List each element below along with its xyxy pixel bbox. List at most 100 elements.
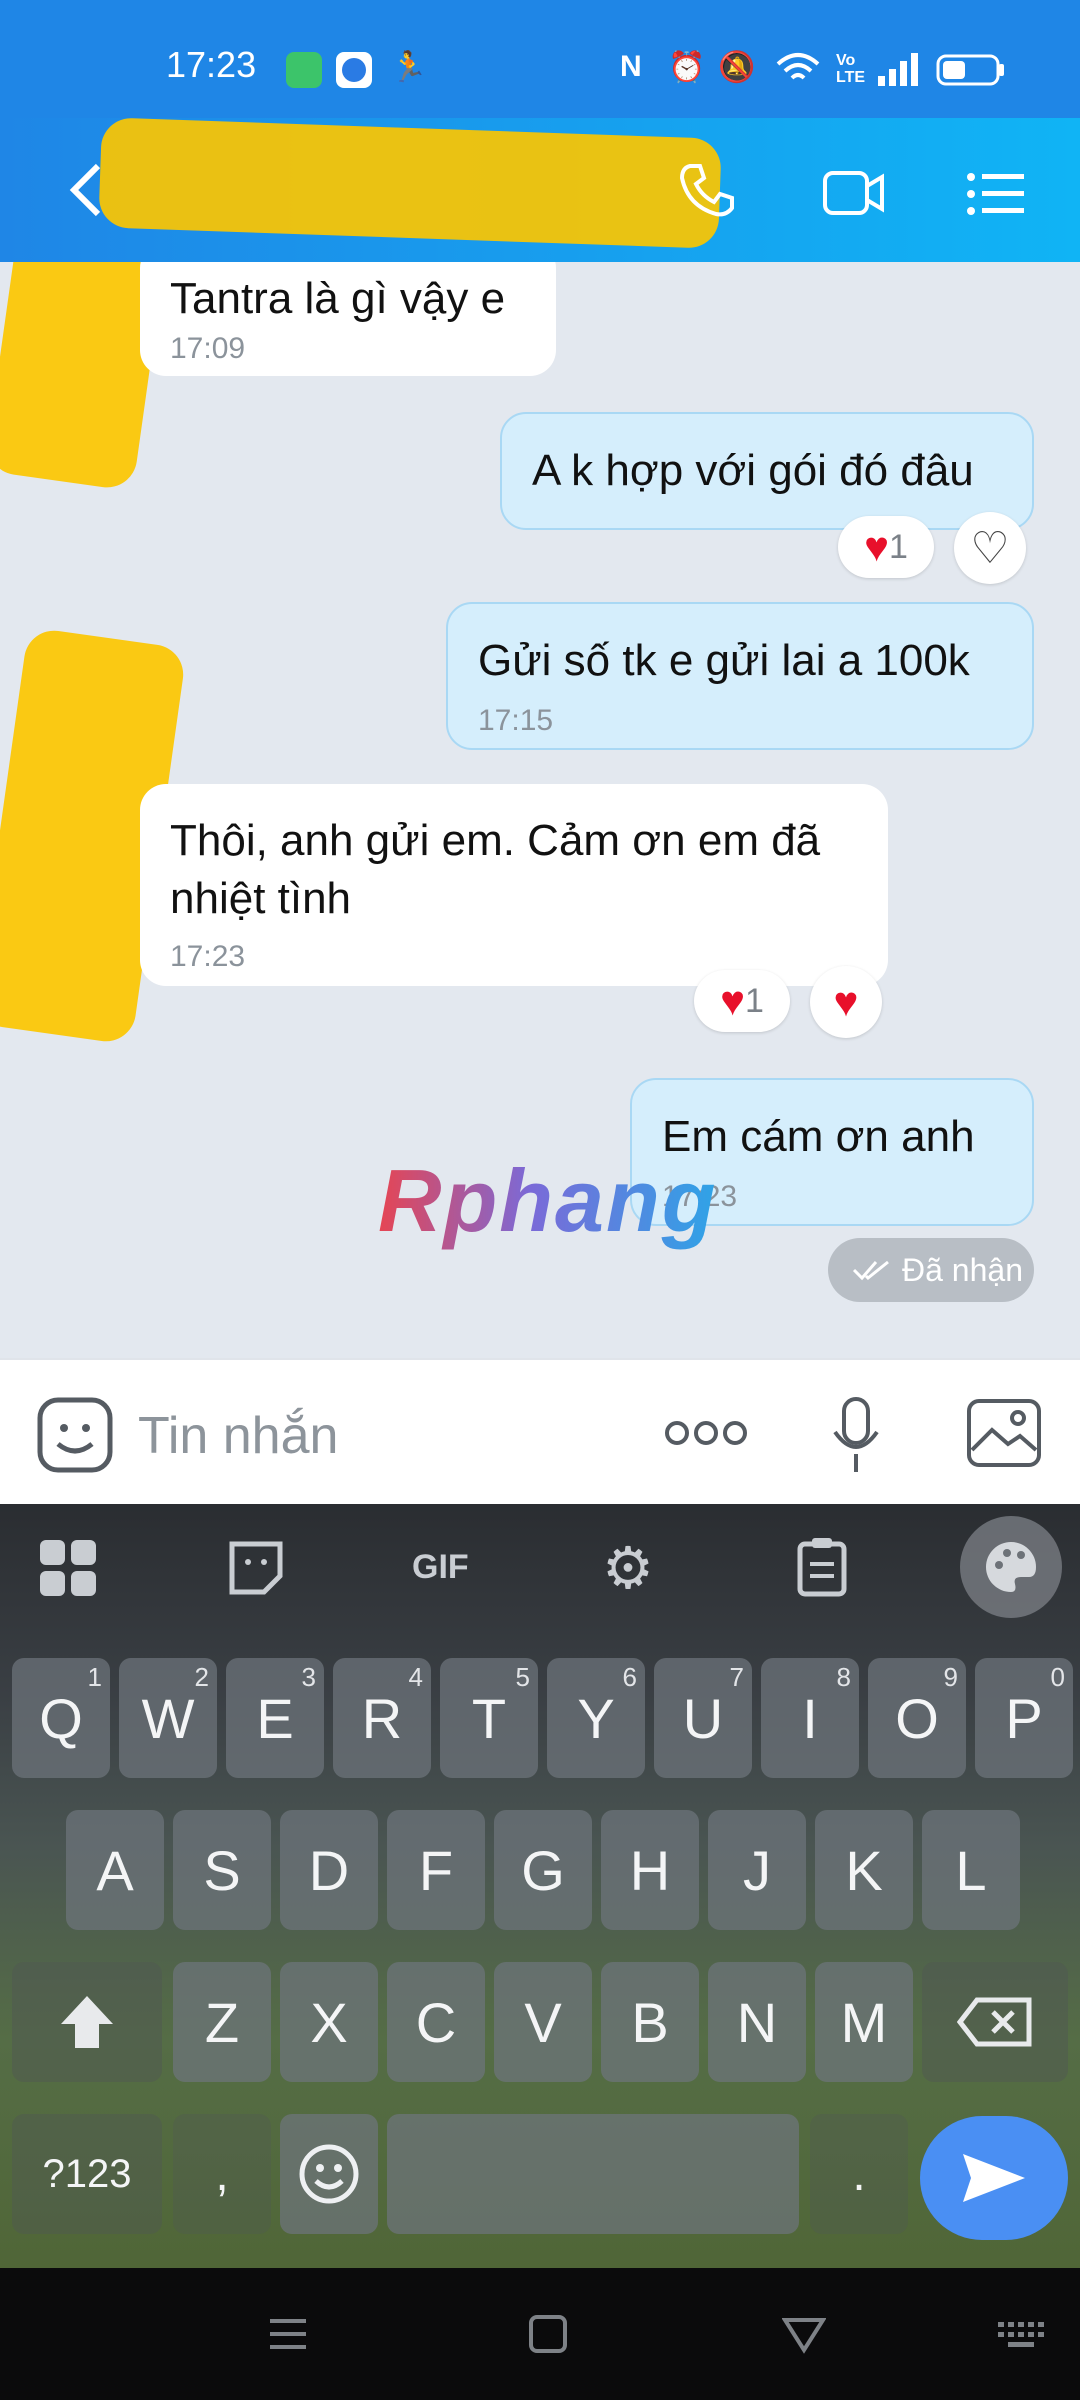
watermark-logo: Rphang xyxy=(378,1151,718,1250)
clipboard-icon[interactable] xyxy=(796,1536,848,1598)
chat-area[interactable]: Tantra là gì vậy e 17:09 A k hợp với gói… xyxy=(0,262,1080,1358)
heart-icon: ♥ xyxy=(833,978,859,1025)
apps-grid-icon[interactable] xyxy=(38,1538,98,1598)
reaction-count[interactable]: ♥ 1 xyxy=(694,970,790,1032)
keyboard-switch-icon[interactable] xyxy=(996,2320,1048,2354)
send-button[interactable] xyxy=(920,2116,1068,2240)
key-f[interactable]: F xyxy=(387,1810,485,1930)
emoji-sticker-icon[interactable] xyxy=(36,1396,114,1474)
message-input-bar: Tin nhắn xyxy=(0,1358,1080,1506)
key-o[interactable]: O9 xyxy=(868,1658,966,1778)
key-y[interactable]: Y6 xyxy=(547,1658,645,1778)
phone-icon[interactable] xyxy=(676,160,736,220)
key-a[interactable]: A xyxy=(66,1810,164,1930)
key-n[interactable]: N xyxy=(708,1962,806,2082)
message-text: Tantra là gì vậy e xyxy=(170,274,506,323)
backspace-icon xyxy=(957,1997,1032,2047)
key-j[interactable]: J xyxy=(708,1810,806,1930)
shift-arrow-icon xyxy=(61,1996,113,2048)
heart-icon: ♥ xyxy=(864,523,889,570)
reaction-count[interactable]: ♥ 1 xyxy=(838,516,934,578)
message-text-line1: Thôi, anh gửi em. Cảm ơn em đã xyxy=(170,816,821,865)
key-k[interactable]: K xyxy=(815,1810,913,1930)
heart-outline-icon: ♡ xyxy=(970,523,1010,573)
mute-icon: 🔕 xyxy=(718,51,756,84)
message-input[interactable]: Tin nhắn xyxy=(138,1406,338,1466)
app-icon xyxy=(336,52,372,88)
comma-key[interactable]: , xyxy=(173,2114,271,2234)
react-heart-button[interactable]: ♡ xyxy=(954,512,1026,584)
double-check-icon xyxy=(852,1260,889,1281)
space-key[interactable] xyxy=(387,2114,799,2234)
home-icon[interactable] xyxy=(528,2314,568,2354)
battery-icon xyxy=(936,54,1004,86)
message-time: 17:15 xyxy=(478,704,554,737)
key-d[interactable]: D xyxy=(280,1810,378,1930)
signal-icon xyxy=(878,53,918,86)
theme-palette-button[interactable] xyxy=(960,1516,1062,1618)
reaction-count-text: 1 xyxy=(889,527,908,566)
key-m[interactable]: M xyxy=(815,1962,913,2082)
key-g[interactable]: G xyxy=(494,1810,592,1930)
incoming-message[interactable]: Tantra là gì vậy e 17:09 xyxy=(140,262,556,376)
key-x[interactable]: X xyxy=(280,1962,378,2082)
key-e[interactable]: E3 xyxy=(226,1658,324,1778)
incoming-message[interactable]: Thôi, anh gửi em. Cảm ơn em đã nhiệt tìn… xyxy=(140,784,888,986)
emoji-key[interactable] xyxy=(280,2114,378,2234)
redacted-contact-name xyxy=(98,117,722,249)
key-h[interactable]: H xyxy=(601,1810,699,1930)
back-nav-icon[interactable] xyxy=(782,2316,826,2354)
system-nav-bar xyxy=(0,2268,1080,2400)
video-call-icon[interactable] xyxy=(822,168,886,218)
key-t[interactable]: T5 xyxy=(440,1658,538,1778)
message-time: 17:09 xyxy=(170,332,246,365)
message-time: 17:23 xyxy=(170,940,246,973)
microphone-icon[interactable] xyxy=(830,1396,882,1476)
reaction-count-text: 1 xyxy=(745,981,764,1020)
status-bar: 17:23 🏃 N ⏰ 🔕 Vo LTE xyxy=(0,0,1080,118)
status-time: 17:23 xyxy=(166,44,257,85)
key-q[interactable]: Q1 xyxy=(12,1658,110,1778)
nfc-icon: N xyxy=(620,50,642,83)
message-text: Gửi số tk e gửi lai a 100k xyxy=(478,636,970,685)
outgoing-message[interactable]: A k hợp với gói đó đâu xyxy=(500,412,1034,530)
outgoing-message[interactable]: Gửi số tk e gửi lai a 100k 17:15 xyxy=(446,602,1034,750)
key-b[interactable]: B xyxy=(601,1962,699,2082)
gif-button[interactable]: GIF xyxy=(412,1548,469,1587)
key-i[interactable]: I8 xyxy=(761,1658,859,1778)
palette-icon xyxy=(985,1542,1036,1592)
message-text-line2: nhiệt tình xyxy=(170,874,352,923)
shift-key[interactable] xyxy=(12,1962,162,2082)
backspace-key[interactable] xyxy=(922,1962,1068,2082)
keyboard: GIF ⚙ Q1 W2 E3 R4 T5 Y6 U7 I8 O9 P0 A S … xyxy=(0,1504,1080,2268)
react-heart-button[interactable]: ♥ xyxy=(810,966,882,1038)
settings-gear-icon[interactable]: ⚙ xyxy=(602,1534,654,1602)
delivery-status-badge: Đã nhận xyxy=(828,1238,1034,1302)
send-arrow-icon xyxy=(963,2154,1025,2202)
smiley-icon xyxy=(299,2144,359,2204)
volte-icon: Vo LTE xyxy=(836,52,866,86)
menu-list-icon[interactable] xyxy=(966,172,1026,216)
key-u[interactable]: U7 xyxy=(654,1658,752,1778)
sticker-icon[interactable] xyxy=(228,1540,284,1596)
image-gallery-icon[interactable] xyxy=(966,1398,1042,1468)
more-options-icon[interactable] xyxy=(664,1416,748,1450)
key-w[interactable]: W2 xyxy=(119,1658,217,1778)
key-p[interactable]: P0 xyxy=(975,1658,1073,1778)
delivery-status-text: Đã nhận xyxy=(902,1251,1023,1288)
symbols-key[interactable]: ?123 xyxy=(12,2114,162,2234)
key-r[interactable]: R4 xyxy=(333,1658,431,1778)
key-z[interactable]: Z xyxy=(173,1962,271,2082)
key-s[interactable]: S xyxy=(173,1810,271,1930)
key-c[interactable]: C xyxy=(387,1962,485,2082)
chat-header xyxy=(0,117,1080,262)
message-text: A k hợp với gói đó đâu xyxy=(532,446,974,495)
recent-apps-icon[interactable] xyxy=(268,2316,308,2352)
battery-saver-icon xyxy=(286,52,322,88)
running-icon: 🏃 xyxy=(390,51,428,84)
heart-icon: ♥ xyxy=(720,977,745,1024)
key-l[interactable]: L xyxy=(922,1810,1020,1930)
period-key[interactable]: . xyxy=(810,2114,908,2234)
alarm-icon: ⏰ xyxy=(668,51,706,84)
key-v[interactable]: V xyxy=(494,1962,592,2082)
